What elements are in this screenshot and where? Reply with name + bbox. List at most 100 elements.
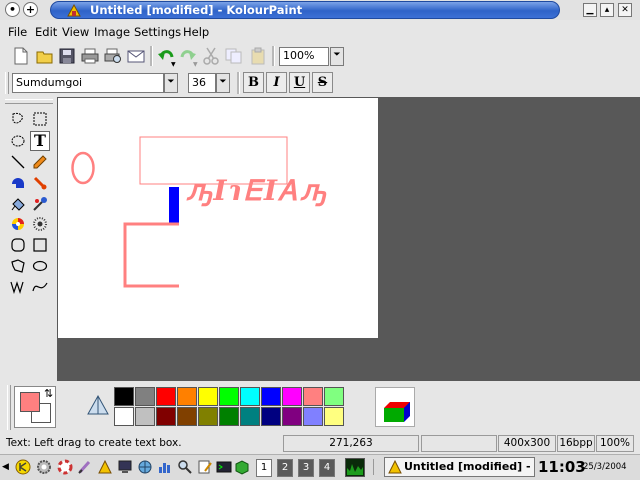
menu-file[interactable]: File [8,25,27,39]
ellipse-icon[interactable] [30,256,50,276]
curve-icon[interactable] [30,277,50,297]
drawing-canvas[interactable]: ԡIɿᎬIᎪԡ [58,98,378,338]
italic-button[interactable]: I [266,72,287,93]
palette-swatch[interactable] [114,387,134,406]
taskbar-scroll-left-icon[interactable]: ◀ [2,459,10,475]
bold-button[interactable]: B [243,72,264,93]
paste-icon[interactable] [248,46,268,66]
tool-panel-handle[interactable] [5,99,53,104]
palette-swatch[interactable] [282,387,302,406]
palette-swatch[interactable] [324,387,344,406]
minimize-button[interactable]: ▁ [583,3,597,17]
desktop-2-button[interactable]: 2 [277,459,293,477]
palette-swatch[interactable] [303,407,323,426]
strikethrough-button[interactable]: S [312,72,333,93]
eraser-tool-icon[interactable] [8,173,28,193]
redo-dropdown-icon[interactable]: ▼ [193,62,199,68]
menu-edit[interactable]: Edit [35,25,57,39]
maximize-button[interactable]: ▴ [600,3,614,17]
terminal-icon[interactable] [215,458,233,476]
menu-view[interactable]: View [62,25,89,39]
settings-gear-icon[interactable] [35,458,53,476]
free-form-select-icon[interactable] [8,109,28,129]
palette-swatch[interactable] [303,387,323,406]
color-toolbar-handle[interactable] [7,385,11,430]
line-tool-icon[interactable] [8,152,28,172]
palette-swatch[interactable] [198,407,218,426]
palette-swatch[interactable] [177,387,197,406]
rectangle-icon[interactable] [30,235,50,255]
transparency-icon[interactable] [86,394,110,418]
palette-swatch[interactable] [219,407,239,426]
palette-swatch[interactable] [156,387,176,406]
spraycan-icon[interactable] [30,214,50,234]
mail-icon[interactable] [126,46,146,66]
taskbar-task-kolourpaint[interactable]: Untitled [modified] - Ko [384,457,535,477]
paint-brush-icon[interactable] [76,458,94,476]
kolourpaint-launcher-icon[interactable] [96,458,114,476]
swap-colors-icon[interactable]: ⇅ [44,388,53,399]
foreground-color-swatch[interactable] [20,392,40,412]
palette-swatch[interactable] [240,387,260,406]
text-tool-icon[interactable]: T [30,131,50,151]
font-size-field[interactable]: 36 [188,73,216,93]
cut-icon[interactable] [201,46,221,66]
pen-tool-icon[interactable] [30,152,50,172]
cpu-monitor-applet[interactable] [345,458,365,477]
palette-swatch[interactable] [240,407,260,426]
palette-swatch[interactable] [198,387,218,406]
clock-time[interactable]: 11:03 [538,456,586,478]
palette-swatch[interactable] [219,387,239,406]
chart-icon[interactable] [156,458,174,476]
undo-dropdown-icon[interactable]: ▼ [171,62,177,68]
help-lifebuoy-icon[interactable] [56,458,74,476]
window-menu-icon[interactable]: • [5,2,20,17]
palette-swatch[interactable] [324,407,344,426]
underline-button[interactable]: U [289,72,310,93]
desktop-1-button[interactable]: 1 [256,459,272,477]
zoom-field[interactable]: 100% [279,47,329,66]
flood-fill-icon[interactable] [8,194,28,214]
save-icon[interactable] [57,46,77,66]
open-icon[interactable] [35,46,55,66]
print-preview-icon[interactable] [103,46,123,66]
zoom-dropdown-icon[interactable]: ⏷ [330,47,344,66]
palette-swatch[interactable] [135,407,155,426]
palette-swatch[interactable] [114,407,134,426]
font-family-dropdown-icon[interactable]: ⏷ [164,73,178,93]
new-icon[interactable] [11,46,31,66]
globe-icon[interactable] [136,458,154,476]
palette-swatch[interactable] [282,407,302,426]
font-size-dropdown-icon[interactable]: ⏷ [216,73,230,93]
palette-swatch[interactable] [261,407,281,426]
palette-swatch[interactable] [156,407,176,426]
search-icon[interactable] [176,458,194,476]
close-button[interactable]: ✕ [618,3,632,17]
polygon-icon[interactable] [8,256,28,276]
color-picker-icon[interactable] [30,194,50,214]
print-icon[interactable] [80,46,100,66]
menu-image[interactable]: Image [94,25,130,39]
brush-tool-icon[interactable] [30,173,50,193]
task-scroll-icon[interactable] [373,459,382,475]
palette-swatch[interactable] [177,407,197,426]
color-eraser-icon[interactable] [8,214,28,234]
rounded-rectangle-icon[interactable] [8,235,28,255]
package-icon[interactable] [233,458,251,476]
rect-select-icon[interactable] [30,109,50,129]
toolbar-handle[interactable] [5,72,9,94]
monitor-icon[interactable] [116,458,134,476]
polyline-icon[interactable] [8,277,28,297]
desktop-4-button[interactable]: 4 [319,459,335,477]
ellipse-select-icon[interactable] [8,131,28,151]
menu-settings[interactable]: Settings [134,25,181,39]
desktop-3-button[interactable]: 3 [298,459,314,477]
palette-swatch[interactable] [261,387,281,406]
color-cube-icon[interactable] [380,392,412,424]
font-family-field[interactable]: Sumdumgoi [12,73,164,93]
sticky-icon[interactable]: + [23,2,38,17]
menu-help[interactable]: Help [183,25,209,39]
copy-icon[interactable] [224,46,244,66]
editor-icon[interactable] [196,458,214,476]
kmenu-icon[interactable] [14,458,32,476]
